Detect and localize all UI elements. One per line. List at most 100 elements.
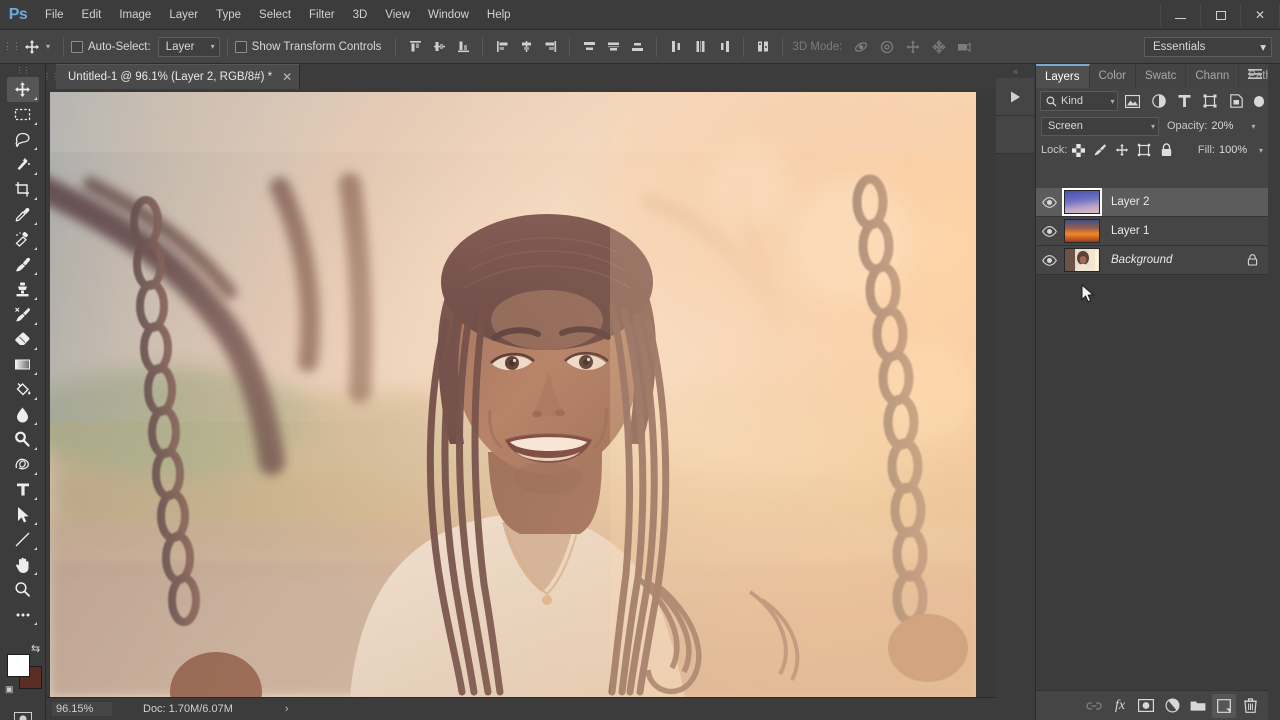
filter-enable-toggle[interactable]: [1254, 96, 1264, 107]
zoom-tool[interactable]: [7, 577, 39, 602]
eyedropper-tool[interactable]: [7, 202, 39, 227]
distribute-vertical-centers-icon[interactable]: [601, 35, 625, 59]
layer-visibility-toggle[interactable]: [1036, 217, 1062, 246]
layer-style-button[interactable]: fx: [1108, 694, 1132, 718]
menu-filter[interactable]: Filter: [300, 0, 344, 30]
lock-image-pixels-button[interactable]: [1089, 140, 1111, 160]
distribute-left-edges-icon[interactable]: [664, 35, 688, 59]
move-tool[interactable]: [7, 77, 39, 102]
layer-name[interactable]: Background: [1111, 254, 1247, 266]
minimize-button[interactable]: [1160, 4, 1200, 26]
canvas-viewport[interactable]: [46, 89, 996, 697]
path-selection-tool[interactable]: [7, 502, 39, 527]
menu-select[interactable]: Select: [250, 0, 300, 30]
new-adjustment-layer-button[interactable]: [1160, 694, 1184, 718]
layer-visibility-toggle[interactable]: [1036, 188, 1062, 217]
blend-mode-dropdown[interactable]: Screen ▾: [1041, 117, 1159, 136]
layer-thumbnail[interactable]: [1064, 190, 1100, 214]
menu-edit[interactable]: Edit: [73, 0, 111, 30]
move-tool-icon[interactable]: [18, 35, 46, 59]
foreground-color-swatch[interactable]: [7, 654, 30, 677]
clone-stamp-tool[interactable]: [7, 277, 39, 302]
menu-layer[interactable]: Layer: [160, 0, 207, 30]
tab-swatches[interactable]: Swatc: [1136, 64, 1186, 88]
layer-name[interactable]: Layer 2: [1111, 196, 1268, 208]
filter-smart-objects-button[interactable]: [1225, 91, 1248, 111]
image-canvas[interactable]: [50, 92, 976, 697]
filter-kind-dropdown[interactable]: Kind ▾: [1040, 91, 1118, 111]
pen-tool[interactable]: [7, 452, 39, 477]
delete-layer-button[interactable]: [1238, 694, 1262, 718]
panel-menu-icon[interactable]: [1248, 69, 1262, 80]
add-layer-mask-button[interactable]: [1134, 694, 1158, 718]
lock-transparent-pixels-button[interactable]: [1067, 140, 1089, 160]
align-horizontal-centers-icon[interactable]: [514, 35, 538, 59]
status-bar-expand-icon[interactable]: ›: [285, 703, 289, 715]
blur-tool[interactable]: [7, 402, 39, 427]
tools-panel-grip[interactable]: ⋮⋮: [0, 64, 45, 77]
gradient-tool[interactable]: [7, 352, 39, 377]
show-transform-controls-checkbox[interactable]: [235, 41, 247, 53]
tab-strip-grip[interactable]: ⋮⋮: [46, 64, 56, 89]
layer-name[interactable]: Layer 1: [1111, 225, 1268, 237]
extra-panel-button[interactable]: [996, 116, 1034, 154]
align-bottom-edges-icon[interactable]: [451, 35, 475, 59]
history-brush-tool[interactable]: [7, 302, 39, 327]
lock-artboard-nesting-button[interactable]: [1133, 140, 1155, 160]
distribute-top-edges-icon[interactable]: [577, 35, 601, 59]
options-bar-grip[interactable]: ⋮⋮: [6, 30, 18, 64]
auto-select-scope-dropdown[interactable]: Layer ▾: [158, 37, 220, 57]
quick-selection-tool[interactable]: [7, 152, 39, 177]
crop-tool[interactable]: [7, 177, 39, 202]
horizontal-type-tool[interactable]: [7, 477, 39, 502]
lock-all-button[interactable]: [1155, 140, 1177, 160]
swap-colors-icon[interactable]: ⇆: [31, 642, 40, 655]
layer-visibility-toggle[interactable]: [1036, 246, 1062, 275]
new-group-button[interactable]: [1186, 694, 1210, 718]
filter-type-layers-button[interactable]: [1173, 91, 1196, 111]
menu-view[interactable]: View: [376, 0, 419, 30]
filter-shape-layers-button[interactable]: [1199, 91, 1222, 111]
menu-type[interactable]: Type: [207, 0, 250, 30]
layer-row-layer-2[interactable]: Layer 2: [1036, 188, 1268, 217]
hand-tool[interactable]: [7, 552, 39, 577]
layer-row-background[interactable]: Background: [1036, 246, 1268, 275]
default-colors-icon[interactable]: ▣: [5, 684, 14, 695]
align-vertical-centers-icon[interactable]: [427, 35, 451, 59]
distribute-bottom-edges-icon[interactable]: [625, 35, 649, 59]
workspace-switcher[interactable]: Essentials ▾: [1144, 37, 1272, 57]
distribute-horizontal-centers-icon[interactable]: [688, 35, 712, 59]
auto-select-checkbox[interactable]: [71, 41, 83, 53]
quick-mask-icon[interactable]: [14, 712, 32, 720]
zoom-level-field[interactable]: 96.15%: [51, 701, 113, 717]
close-button[interactable]: ✕: [1240, 4, 1280, 26]
link-layers-button[interactable]: [1082, 694, 1106, 718]
collapse-panels-icon[interactable]: «: [996, 64, 1035, 78]
paint-bucket-tool[interactable]: [7, 377, 39, 402]
menu-image[interactable]: Image: [110, 0, 160, 30]
menu-3d[interactable]: 3D: [344, 0, 377, 30]
align-right-edges-icon[interactable]: [538, 35, 562, 59]
layer-list[interactable]: Layer 2 Layer 1: [1036, 188, 1268, 690]
tab-layers[interactable]: Layers: [1036, 64, 1090, 88]
menu-window[interactable]: Window: [419, 0, 478, 30]
lasso-tool[interactable]: [7, 127, 39, 152]
maximize-button[interactable]: [1200, 4, 1240, 26]
tab-color[interactable]: Color: [1090, 64, 1136, 88]
align-left-edges-icon[interactable]: [490, 35, 514, 59]
filter-pixel-layers-button[interactable]: [1121, 91, 1144, 111]
menu-file[interactable]: File: [36, 0, 73, 30]
document-tab[interactable]: Untitled-1 @ 96.1% (Layer 2, RGB/8#) * ✕: [56, 64, 300, 89]
eraser-tool[interactable]: [7, 327, 39, 352]
lock-position-button[interactable]: [1111, 140, 1133, 160]
new-layer-button[interactable]: [1212, 694, 1236, 718]
brush-tool[interactable]: [7, 252, 39, 277]
tab-channels[interactable]: Chann: [1186, 64, 1239, 88]
layer-thumbnail[interactable]: [1064, 219, 1100, 243]
opacity-field[interactable]: 20% ▾: [1211, 120, 1255, 132]
close-tab-icon[interactable]: ✕: [282, 70, 292, 84]
distribute-right-edges-icon[interactable]: [712, 35, 736, 59]
tool-preset-chevron-icon[interactable]: ▾: [46, 42, 50, 51]
menu-help[interactable]: Help: [478, 0, 520, 30]
history-panel-button[interactable]: [996, 78, 1034, 116]
